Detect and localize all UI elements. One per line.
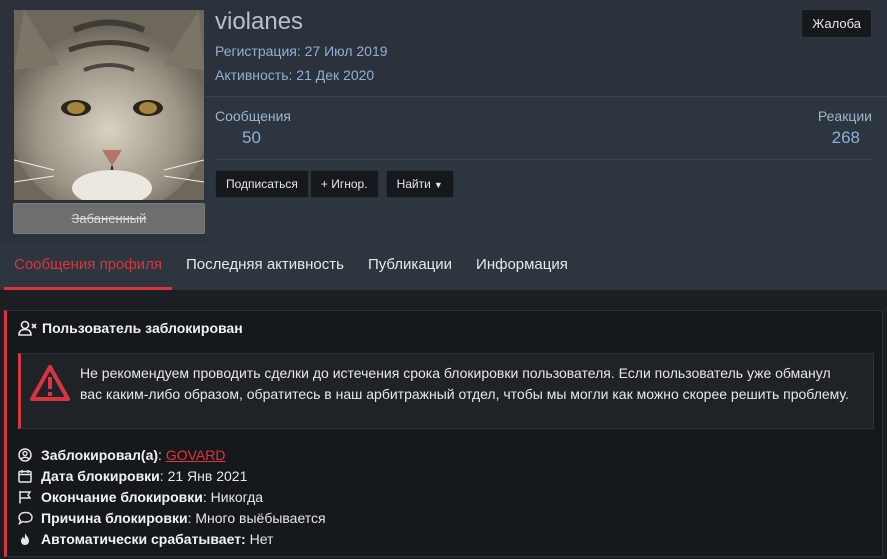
profile-actions: Подписаться + Игнор. Найти ▼ [215,170,455,198]
username: violanes [215,8,304,35]
ban-date-label: Дата блокировки [41,467,160,484]
warning-triangle-icon [30,365,70,406]
user-circle-icon [18,447,36,462]
ban-auto-value: Нет [249,530,274,547]
banned-by-link[interactable]: GOVARD [166,447,226,463]
user-x-icon [18,320,38,336]
ban-reason-colon: : [187,509,196,526]
tab-profile-posts[interactable]: Сообщения профиля [4,244,172,290]
ban-end-row: Окончание блокировки: Никогда [18,486,326,507]
banned-by-row: Заблокировал(а): GOVARD [18,444,326,465]
messages-count[interactable]: 50 [242,128,261,148]
ban-end-colon: : [202,488,211,505]
find-button-label: Найти [396,177,431,191]
ban-reason-row: Причина блокировки: Много выёбывается [18,507,326,528]
ban-notice: Пользователь заблокирован Не рекомендуем… [4,310,883,557]
messages-label: Сообщения [215,108,291,124]
ban-reason-label: Причина блокировки [41,509,188,526]
ban-details: Заблокировал(а): GOVARD Дата блокировки:… [18,444,326,549]
stats-divider [215,159,871,160]
profile-top: Забаненный violanes Регистрация: 27 Июл … [0,0,887,244]
banned-by-colon: : [158,446,166,463]
flag-icon [18,490,36,504]
stats-area: Сообщения 50 Реакции 268 Подписаться + И… [205,97,887,244]
report-button[interactable]: Жалоба [801,9,872,38]
banned-badge: Забаненный [13,203,205,234]
registration-date: Регистрация: 27 Июл 2019 [215,43,388,59]
tab-about[interactable]: Информация [466,244,578,290]
profile-tabs: Сообщения профиля Последняя активность П… [0,244,887,290]
avatar-image [14,10,204,200]
fire-icon [18,532,36,546]
ban-end-value: Никогда [210,488,264,505]
ban-warning: Не рекомендуем проводить сделки до истеч… [18,353,874,429]
ban-title: Пользователь заблокирован [18,320,243,336]
caret-down-icon: ▼ [433,180,443,190]
find-button[interactable]: Найти ▼ [385,170,454,198]
ban-title-text: Пользователь заблокирован [42,320,243,336]
ban-reason-value: Много выёбывается [195,509,326,526]
last-activity[interactable]: Активность: 21 Дек 2020 [215,67,374,83]
warning-text: Не рекомендуем проводить сделки до истеч… [80,365,849,402]
ban-auto-row: Автоматически срабатывает: Нет [18,528,326,549]
ban-date-colon: : [159,467,168,484]
banned-by-label: Заблокировал(а) [41,446,159,463]
calendar-icon [18,469,36,483]
avatar[interactable] [14,10,204,200]
reactions-count[interactable]: 268 [832,128,860,148]
tab-latest-activity[interactable]: Последняя активность [176,244,354,290]
comment-icon [18,511,36,525]
tab-postings[interactable]: Публикации [358,244,462,290]
profile-header: Забаненный violanes Регистрация: 27 Июл … [0,0,887,290]
follow-button[interactable]: Подписаться [215,170,309,198]
ban-end-label: Окончание блокировки [41,488,203,505]
ban-date-row: Дата блокировки: 21 Янв 2021 [18,465,326,486]
ban-date-value: 21 Янв 2021 [167,467,248,484]
reactions-label: Реакции [817,108,872,124]
ignore-button[interactable]: + Игнор. [309,170,379,198]
ban-auto-label: Автоматически срабатывает: [41,530,246,547]
